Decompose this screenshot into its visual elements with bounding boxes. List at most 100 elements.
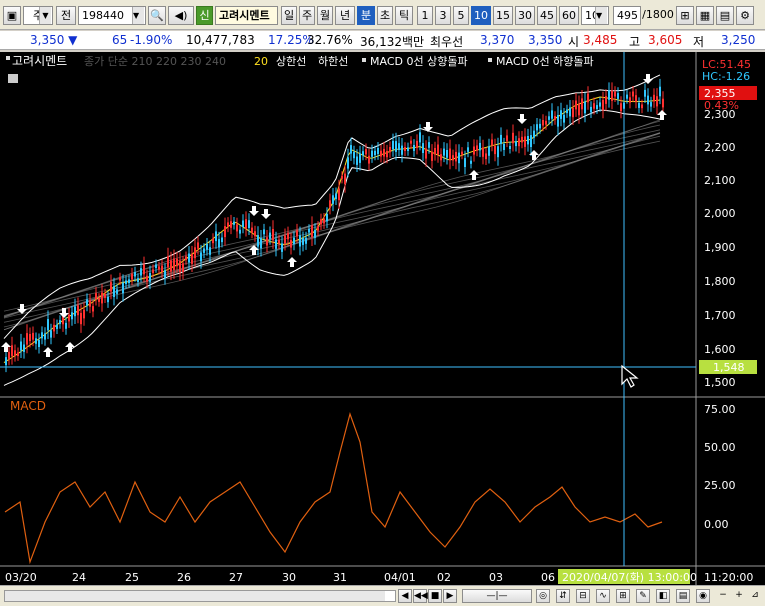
best-ask: 3,370 xyxy=(480,33,515,47)
arrange-icon[interactable]: ⊟ xyxy=(576,589,590,603)
candle-body xyxy=(116,289,118,294)
print-icon[interactable]: ▤ xyxy=(676,589,690,603)
price-tick: 2,000 xyxy=(704,207,736,220)
prev-end-icon[interactable]: ◀◀ xyxy=(413,589,428,603)
macd-tick: 50.00 xyxy=(704,441,736,454)
jeon-button[interactable]: 전 xyxy=(56,6,76,25)
interval-60[interactable]: 60 xyxy=(559,6,579,25)
arrow-up-icon xyxy=(469,170,479,180)
period-minute[interactable]: 분 xyxy=(357,6,375,25)
tool-icon[interactable]: ⊞ xyxy=(616,589,630,603)
high-price: 3,605 xyxy=(648,33,683,47)
candle-body xyxy=(416,140,418,148)
candle-body xyxy=(224,226,226,238)
interval-select[interactable]: 10 ▼ xyxy=(581,6,609,25)
interval-10[interactable]: 10 xyxy=(471,6,491,25)
candle-body xyxy=(410,140,412,144)
plus-icon[interactable]: + xyxy=(732,589,746,603)
candle-body xyxy=(440,154,442,161)
high-label: 고 xyxy=(629,35,641,49)
period-tick[interactable]: 틱 xyxy=(395,6,413,25)
candle-body xyxy=(449,148,451,161)
candle-body xyxy=(335,193,337,200)
zoom-out-icon[interactable]: ◎ xyxy=(536,589,550,603)
candle-body xyxy=(359,153,361,163)
candle-body xyxy=(119,277,121,281)
stop-icon[interactable]: ■ xyxy=(428,589,442,603)
interval-45[interactable]: 45 xyxy=(537,6,557,25)
wave-icon[interactable]: ∿ xyxy=(596,589,610,603)
candle-body xyxy=(101,292,103,304)
next-icon[interactable]: ▶ xyxy=(443,589,457,603)
candle-body xyxy=(413,145,415,151)
chart-canvas[interactable]: 고려시멘트 종가 단순 210 220 230 240 20 상한선 하한선 M… xyxy=(0,52,765,585)
candle-body xyxy=(65,322,67,329)
time-label: 06 xyxy=(541,571,555,584)
scrollbar-thumb[interactable] xyxy=(5,591,385,601)
candle-body xyxy=(152,269,154,274)
arrow-down-icon xyxy=(249,206,259,216)
candle-body xyxy=(329,200,331,208)
code-input[interactable]: 198440 ▼ xyxy=(78,6,146,25)
period-month[interactable]: 월 xyxy=(317,6,333,25)
panel-icon[interactable]: ▣ xyxy=(3,6,21,25)
legend-ma-group: 종가 단순 210 220 230 240 xyxy=(84,55,226,68)
chart-area[interactable]: 고려시멘트 종가 단순 210 220 230 240 20 상한선 하한선 M… xyxy=(0,52,765,585)
interval-3[interactable]: 3 xyxy=(435,6,451,25)
chart-series xyxy=(1,74,667,565)
candle-body xyxy=(581,98,583,110)
candle-body xyxy=(632,91,634,97)
market-select[interactable]: 주 ▼ xyxy=(23,6,53,25)
best-bid: 3,350 xyxy=(528,33,563,47)
speaker-icon[interactable]: ◀) xyxy=(168,6,194,25)
candle-body xyxy=(23,344,25,352)
candle-body xyxy=(260,238,262,249)
candle-body xyxy=(386,151,388,158)
zoom-slider[interactable]: —|— xyxy=(462,589,532,603)
crosshair-icon[interactable]: ⊞ xyxy=(676,6,694,25)
period-week[interactable]: 주 xyxy=(299,6,315,25)
candle-body xyxy=(644,89,646,97)
legend-lower: 하한선 xyxy=(318,54,348,68)
candle-body xyxy=(560,110,562,119)
period-day[interactable]: 일 xyxy=(281,6,297,25)
fit-icon[interactable]: ⊿ xyxy=(748,589,762,603)
arrow-down-icon xyxy=(423,122,433,132)
candle-body xyxy=(326,214,328,222)
camera-icon[interactable]: ◉ xyxy=(696,589,710,603)
pen-icon[interactable]: ✎ xyxy=(636,589,650,603)
candle-body xyxy=(404,147,406,151)
interval-15[interactable]: 15 xyxy=(493,6,513,25)
candle-body xyxy=(509,146,511,149)
interval-5[interactable]: 5 xyxy=(453,6,469,25)
interval-1[interactable]: 1 xyxy=(417,6,433,25)
gear-icon[interactable]: ⚙ xyxy=(736,6,754,25)
candle-body xyxy=(302,237,304,245)
candle-body xyxy=(467,147,469,152)
search-icon[interactable]: 🔍 xyxy=(148,6,166,25)
candle-body xyxy=(50,330,52,338)
candle-body xyxy=(38,340,40,347)
count-input[interactable]: 495 xyxy=(613,6,641,25)
period-year[interactable]: 년 xyxy=(335,6,355,25)
scroll-icon[interactable]: ⇵ xyxy=(556,589,570,603)
candle-body xyxy=(407,147,409,151)
table-icon[interactable] xyxy=(8,74,18,83)
candle-body xyxy=(494,145,496,155)
candle-body xyxy=(392,140,394,150)
candle-body xyxy=(188,253,190,263)
horizontal-scrollbar[interactable] xyxy=(4,590,396,602)
candle-body xyxy=(242,220,244,227)
interval-30[interactable]: 30 xyxy=(515,6,535,25)
time-label: 24 xyxy=(72,571,86,584)
candle-body xyxy=(140,268,142,276)
mark-icon[interactable]: ◧ xyxy=(656,589,670,603)
candle-body xyxy=(368,155,370,164)
minus-icon[interactable]: − xyxy=(716,589,730,603)
candle-body xyxy=(536,124,538,131)
period-second[interactable]: 초 xyxy=(377,6,393,25)
grid-icon[interactable]: ▦ xyxy=(696,6,714,25)
candle-body xyxy=(158,266,160,270)
save-icon[interactable]: ▤ xyxy=(716,6,734,25)
scroll-left-icon[interactable]: ◀ xyxy=(398,589,412,603)
